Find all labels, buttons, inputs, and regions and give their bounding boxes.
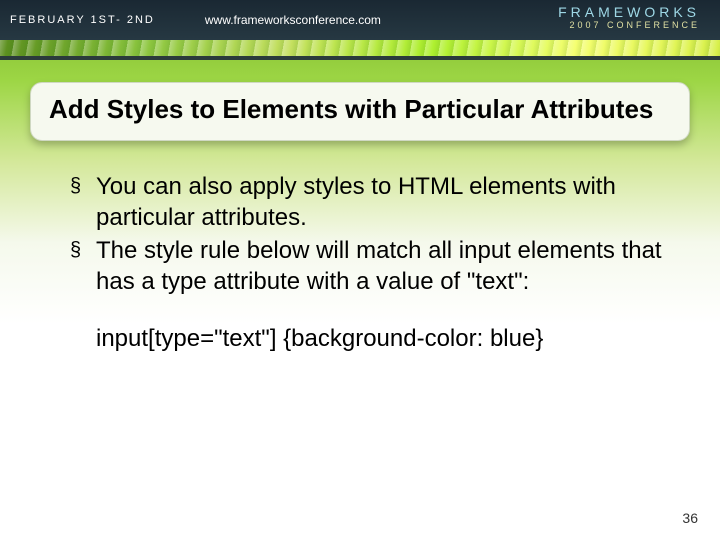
bullet-text: You can also apply styles to HTML elemen… [96,171,670,233]
logo-main-text: FRAMEWORKS [558,4,700,20]
bullet-item: § You can also apply styles to HTML elem… [70,171,670,233]
bullet-marker-icon: § [70,171,96,201]
bullet-item: § The style rule below will match all in… [70,235,670,297]
content-area: § You can also apply styles to HTML elem… [70,171,670,355]
code-sample: input[type="text"] {background-color: bl… [96,323,670,354]
title-card: Add Styles to Elements with Particular A… [30,82,690,141]
topbar-date: FEBRUARY 1ST- 2ND [10,14,155,26]
logo-sub-text: 2007 CONFERENCE [558,20,700,30]
topbar-url: www.frameworksconference.com [205,13,381,27]
bullet-marker-icon: § [70,235,96,265]
decorative-stripe [0,40,720,56]
page-number: 36 [682,510,698,526]
top-bar: FEBRUARY 1ST- 2ND www.frameworksconferen… [0,0,720,40]
bullet-text: The style rule below will match all inpu… [96,235,670,297]
slide-title: Add Styles to Elements with Particular A… [49,93,671,126]
conference-logo: FRAMEWORKS 2007 CONFERENCE [558,4,700,30]
divider [0,56,720,60]
